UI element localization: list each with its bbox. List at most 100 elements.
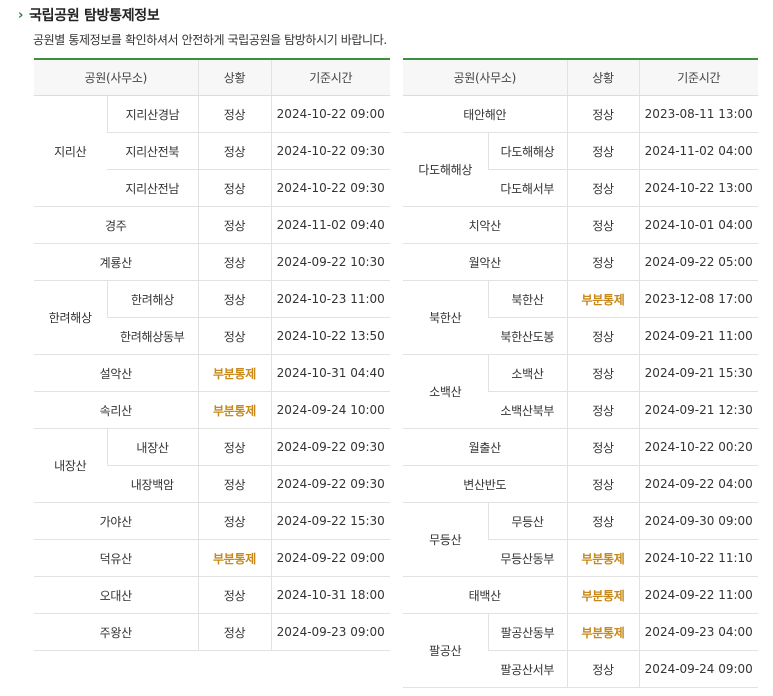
park-name: 속리산	[34, 391, 198, 429]
status-cell: 정상	[197, 613, 271, 651]
park-name: 무등산	[403, 502, 488, 577]
park-name: 다도해해상	[403, 132, 488, 207]
park-name: 오대산	[34, 576, 198, 614]
time-cell: 2024-09-21 15:30	[638, 354, 758, 392]
header-status: 상황	[197, 58, 271, 96]
time-cell: 2024-09-22 04:00	[638, 465, 758, 503]
table-row: 팔공산 팔공산동부 부분통제 2024-09-23 04:00	[403, 613, 758, 688]
time-cell: 2024-10-31 04:40	[270, 354, 390, 392]
park-name: 주왕산	[34, 613, 198, 651]
time-cell: 2024-10-22 09:30	[270, 169, 390, 207]
time-cell: 2024-10-01 04:00	[638, 206, 758, 244]
status-cell: 정상	[197, 465, 271, 503]
office-name: 소백산북부	[488, 391, 567, 429]
status-cell: 부분통제	[566, 280, 639, 318]
park-name: 월출산	[403, 428, 567, 466]
table-row: 한려해상 한려해상 정상 2024-10-23 11:00	[34, 280, 390, 355]
status-cell: 정상	[197, 243, 271, 281]
table-row: 덕유산 부분통제 2024-09-22 09:00	[34, 539, 390, 577]
status-cell: 정상	[197, 317, 271, 355]
time-cell: 2024-09-23 09:00	[270, 613, 390, 651]
park-name: 경주	[34, 206, 198, 244]
park-name: 덕유산	[34, 539, 198, 577]
office-name: 다도해서부	[488, 169, 567, 207]
time-cell: 2024-09-22 05:00	[638, 243, 758, 281]
park-name: 태백산	[403, 576, 567, 614]
time-cell: 2024-10-22 13:50	[270, 317, 390, 355]
status-cell: 정상	[197, 428, 271, 466]
status-cell: 정상	[566, 502, 639, 540]
office-name: 팔공산동부	[487, 613, 567, 651]
status-cell: 정상	[566, 317, 639, 355]
time-cell: 2023-08-11 13:00	[638, 95, 758, 133]
office-name: 한려해상	[106, 280, 198, 318]
time-cell: 2024-10-22 11:10	[638, 539, 758, 577]
status-cell: 정상	[566, 428, 639, 466]
page-description: 공원별 통제정보를 확인하셔서 안전하게 국립공원을 탐방하시기 바랍니다.	[33, 33, 387, 47]
time-cell: 2024-11-02 04:00	[638, 132, 758, 170]
office-name: 지리산전남	[107, 169, 198, 207]
time-cell: 2024-10-22 00:20	[638, 428, 758, 466]
office-name: 내장백암	[107, 465, 198, 503]
park-name: 계룡산	[34, 243, 198, 281]
office-name: 무등산	[487, 502, 567, 540]
time-cell: 2024-09-24 09:00	[638, 650, 758, 688]
park-name: 내장산	[34, 428, 107, 503]
table-row: 월악산 정상 2024-09-22 05:00	[403, 243, 758, 281]
header-status: 상황	[566, 58, 639, 96]
time-cell: 2024-09-22 11:00	[638, 576, 758, 614]
status-cell: 정상	[197, 169, 271, 207]
page-title: › 국립공원 탐방통제정보	[18, 6, 160, 25]
time-cell: 2024-10-23 11:00	[270, 280, 390, 318]
header-time: 기준시간	[270, 58, 390, 96]
table-row: 계룡산 정상 2024-09-22 10:30	[34, 243, 390, 281]
chevron-right-icon: ›	[18, 7, 24, 23]
table-row: 변산반도 정상 2024-09-22 04:00	[403, 465, 758, 503]
office-name: 한려해상동부	[107, 317, 198, 355]
status-cell: 정상	[566, 354, 639, 392]
park-name: 태안해안	[403, 95, 567, 133]
time-cell: 2024-09-23 04:00	[638, 613, 758, 651]
office-name: 소백산	[487, 354, 567, 392]
status-cell: 정상	[566, 391, 639, 429]
status-cell: 정상	[197, 576, 271, 614]
status-cell: 부분통제	[566, 613, 639, 651]
office-name: 내장산	[106, 428, 198, 466]
table-row: 무등산 무등산 정상 2024-09-30 09:00	[403, 502, 758, 577]
table-header-row: 공원(사무소) 상황 기준시간	[34, 58, 390, 96]
time-cell: 2024-10-22 09:30	[270, 132, 390, 170]
time-cell: 2024-09-22 09:30	[270, 465, 390, 503]
table-row: 태안해안 정상 2023-08-11 13:00	[403, 95, 758, 133]
time-cell: 2024-09-30 09:00	[638, 502, 758, 540]
status-cell: 정상	[566, 95, 639, 133]
time-cell: 2024-09-22 09:30	[270, 428, 390, 466]
time-cell: 2024-10-22 09:00	[270, 95, 390, 133]
status-cell: 정상	[566, 465, 639, 503]
control-table-right: 공원(사무소) 상황 기준시간 태안해안 정상 2023-08-11 13:00 다도…	[403, 58, 758, 688]
control-table-left: 공원(사무소) 상황 기준시간 지리산 지리산경남 정상 2024-10-22 09:…	[34, 58, 390, 651]
park-name: 소백산	[403, 354, 488, 429]
office-name: 북한산도봉	[488, 317, 567, 355]
table-row: 주왕산 정상 2024-09-23 09:00	[34, 613, 390, 651]
office-name: 북한산	[487, 280, 567, 318]
table-row: 내장산 내장산 정상 2024-09-22 09:30	[34, 428, 390, 503]
status-cell: 부분통제	[566, 576, 639, 614]
table-row: 오대산 정상 2024-10-31 18:00	[34, 576, 390, 614]
page-title-text: 국립공원 탐방통제정보	[29, 8, 160, 24]
time-cell: 2024-09-21 11:00	[638, 317, 758, 355]
table-row: 북한산 북한산 부분통제 2023-12-08 17:00	[403, 280, 758, 355]
park-name: 한려해상	[34, 280, 107, 355]
park-name: 가야산	[34, 502, 198, 540]
time-cell: 2024-09-21 12:30	[638, 391, 758, 429]
time-cell: 2024-10-31 18:00	[270, 576, 390, 614]
status-cell: 정상	[566, 169, 639, 207]
status-cell: 정상	[566, 650, 639, 688]
park-name: 월악산	[403, 243, 567, 281]
table-row: 속리산 부분통제 2024-09-24 10:00	[34, 391, 390, 429]
status-cell: 정상	[566, 206, 639, 244]
park-name: 변산반도	[403, 465, 567, 503]
status-cell: 부분통제	[197, 539, 271, 577]
table-row: 설악산 부분통제 2024-10-31 04:40	[34, 354, 390, 392]
status-cell: 정상	[197, 95, 271, 133]
office-name: 무등산동부	[488, 539, 567, 577]
